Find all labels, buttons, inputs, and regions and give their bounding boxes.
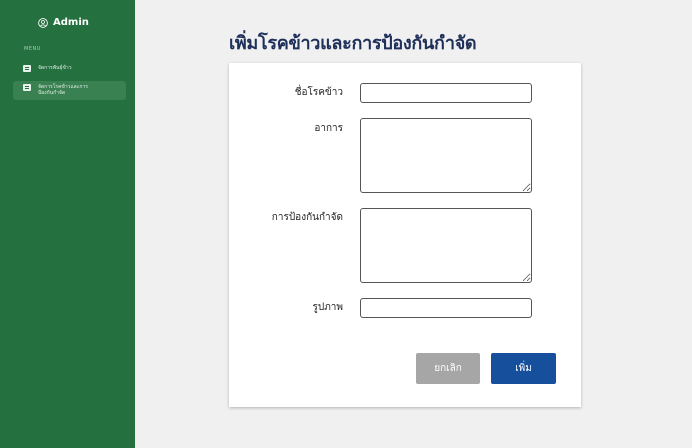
cancel-button[interactable]: ยกเลิก (416, 353, 480, 384)
add-button[interactable]: เพิ่ม (491, 353, 556, 384)
user-circle-icon (38, 17, 48, 28)
disease-name-label: ชื่อโรคข้าว (294, 87, 343, 98)
document-icon (23, 84, 31, 91)
sidebar-item-label: จัดการพันธุ์ข้าว (38, 65, 72, 71)
prevention-label: การป้องกันกำจัด (271, 212, 343, 223)
document-icon (23, 64, 31, 72)
sidebar-item-rice-varieties[interactable]: จัดการพันธุ์ข้าว (13, 61, 126, 75)
sidebar-item-label: จัดการโรคข้าวและการป้องกันกำจัด (38, 84, 88, 96)
disease-name-input[interactable] (360, 83, 532, 103)
page-title: เพิ่มโรคข้าวและการป้องกันกำจัด (229, 33, 477, 54)
symptom-textarea[interactable] (360, 118, 532, 193)
image-input[interactable] (360, 298, 532, 318)
sidebar: Admin MENU จัดการพันธุ์ข้าว จัดการโรคข้า… (0, 0, 135, 448)
sidebar-brand[interactable]: Admin (38, 17, 89, 28)
form-card: ชื่อโรคข้าว อาการ การป้องกันกำจัด รูปภาพ… (229, 63, 581, 407)
symptom-label: อาการ (314, 123, 343, 134)
image-label: รูปภาพ (312, 302, 343, 313)
prevention-textarea[interactable] (360, 208, 532, 283)
brand-label: Admin (53, 17, 89, 28)
sidebar-item-rice-diseases[interactable]: จัดการโรคข้าวและการป้องกันกำจัด (13, 81, 126, 100)
menu-heading: MENU (24, 46, 41, 52)
